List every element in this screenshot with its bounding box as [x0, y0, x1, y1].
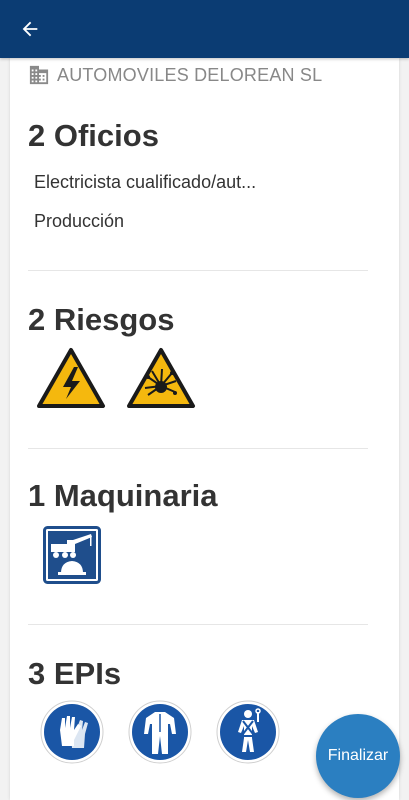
epis-title: 3 EPIs	[28, 656, 122, 691]
oficio-item[interactable]: Electricista cualificado/aut...	[34, 172, 256, 193]
riesgos-icons	[36, 347, 196, 409]
divider	[28, 270, 368, 271]
gloves-icon[interactable]	[40, 700, 104, 764]
explosion-hazard-icon[interactable]	[126, 347, 196, 409]
building-icon	[29, 65, 49, 85]
electrical-hazard-icon[interactable]	[36, 347, 106, 409]
coverall-icon[interactable]	[128, 700, 192, 764]
riesgos-title: 2 Riesgos	[28, 302, 175, 337]
detail-card: AUTOMOVILES DELOREAN SL 2 Oficios Electr…	[10, 58, 399, 800]
divider	[28, 624, 368, 625]
oficio-item[interactable]: Producción	[34, 211, 124, 232]
maquinaria-title: 1 Maquinaria	[28, 478, 218, 513]
divider	[28, 448, 368, 449]
oficios-title: 2 Oficios	[28, 118, 159, 153]
arrow-left-icon	[22, 21, 38, 37]
epis-icons	[40, 700, 280, 764]
company-name: AUTOMOVILES DELOREAN SL	[57, 64, 323, 85]
app-bar	[0, 0, 409, 58]
company-row: AUTOMOVILES DELOREAN SL	[28, 64, 322, 86]
crane-truck-icon[interactable]	[43, 526, 101, 584]
maquinaria-icons	[43, 526, 101, 584]
safety-harness-icon[interactable]	[216, 700, 280, 764]
finalizar-button[interactable]: Finalizar	[316, 714, 400, 798]
back-button[interactable]	[18, 17, 42, 41]
